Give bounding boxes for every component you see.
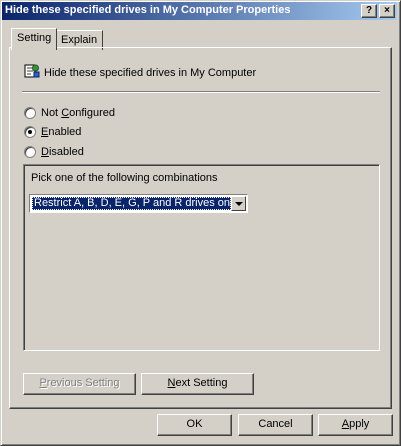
radio-circle-selected[interactable] [24,126,36,138]
radio-disabled[interactable]: Disabled [24,145,84,159]
tab-setting[interactable]: Setting [11,28,58,50]
title-bar[interactable]: Hide these specified drives in My Comput… [2,2,397,20]
drive-combination-value[interactable]: Restrict A, B, D, E, G, P and R drives o… [32,197,231,210]
combinations-label: Pick one of the following combinations [31,172,218,184]
radio-enabled[interactable]: Enabled [24,125,81,139]
radio-disabled-label: Disabled [41,146,84,158]
options-group [23,164,380,351]
tab-setting-label: Setting [17,32,52,44]
radio-not-configured[interactable]: Not Configured [24,106,115,120]
cancel-button[interactable]: Cancel [238,414,313,436]
drive-combination-select[interactable]: Restrict A, B, D, E, G, P and R drives o… [29,194,248,213]
radio-circle[interactable] [24,146,36,158]
window-title: Hide these specified drives in My Comput… [5,4,291,16]
radio-enabled-label: Enabled [41,126,82,138]
separator [22,91,380,93]
ok-button[interactable]: OK [157,414,232,436]
apply-button[interactable]: Apply [318,414,393,436]
next-setting-button[interactable]: Next Setting [141,373,254,395]
policy-title: Hide these specified drives in My Comput… [44,67,257,79]
previous-setting-button[interactable]: Previous Setting [23,373,136,395]
radio-not-configured-label: Not Configured [41,107,116,119]
chevron-down-icon [235,202,243,206]
tab-explain-label: Explain [61,34,98,46]
close-button[interactable]: × [379,4,395,18]
policy-setting-icon [24,64,40,78]
radio-circle[interactable] [24,107,36,119]
help-button[interactable]: ? [361,4,377,18]
dropdown-button[interactable] [231,196,246,211]
